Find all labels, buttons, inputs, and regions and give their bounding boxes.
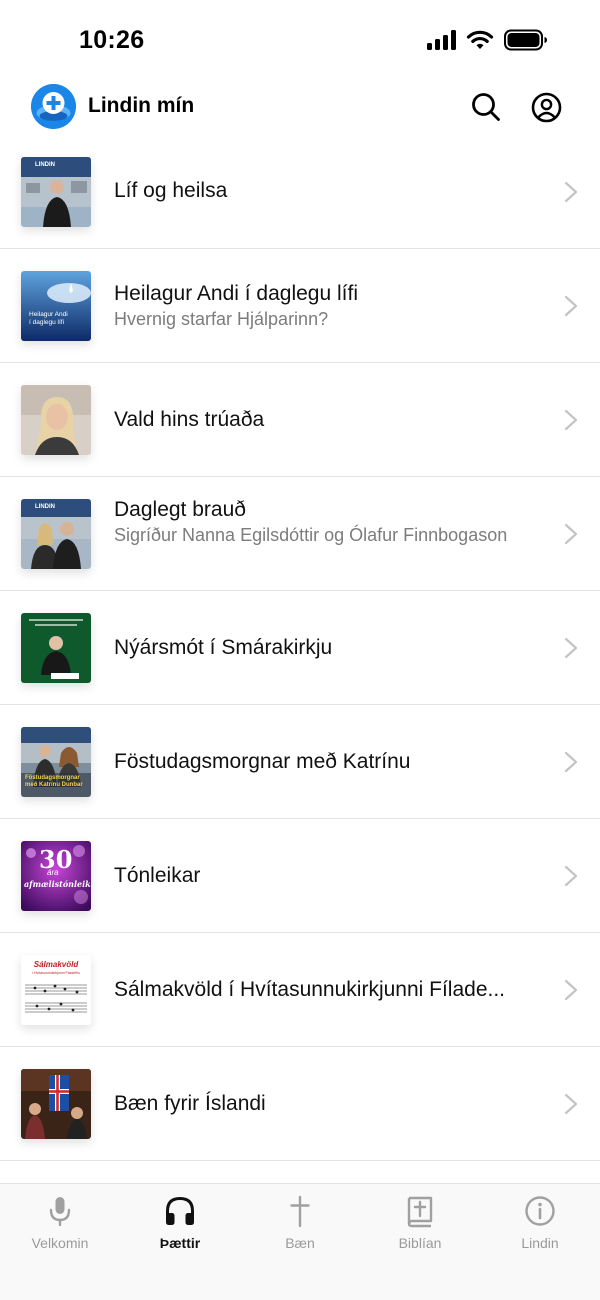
tab-bar: Velkomin Þættir Bæn Biblían Lindin bbox=[0, 1183, 600, 1300]
thumbnail-vald-hins-truada bbox=[21, 385, 91, 455]
thumbnail-heilagur-andi: Heilagur Andi í daglegu lífi bbox=[21, 271, 91, 341]
tab-label: Velkomin bbox=[31, 1235, 89, 1251]
list-item-subtitle: Hvernig starfar Hjálparinn? bbox=[114, 309, 329, 329]
thumbnail-tonleikar: 30 ára afmælistónleikar bbox=[21, 841, 91, 911]
thumbnail-caption-sub: í Hvítasunnukirkjunni Fíladelfíu bbox=[32, 971, 80, 975]
info-icon bbox=[525, 1196, 555, 1226]
list-item-text: Heilagur Andi í daglegu lífi Hvernig sta… bbox=[114, 281, 534, 331]
chevron-right-icon bbox=[564, 409, 578, 431]
list-item-text: Bæn fyrir Íslandi bbox=[114, 1091, 534, 1117]
wifi-icon bbox=[466, 30, 494, 49]
app-logo bbox=[31, 84, 76, 129]
list-item-title: Föstudagsmorgnar með Katrínu bbox=[114, 750, 411, 773]
account-icon bbox=[531, 92, 561, 122]
list-item[interactable]: Heilagur Andi í daglegu lífi Heilagur An… bbox=[0, 249, 600, 363]
status-bar: 10:26 bbox=[0, 0, 600, 80]
list-item-title: Sálmakvöld í Hvítasunnukirkjunni Fílade.… bbox=[114, 978, 506, 1001]
tab-lindin[interactable]: Lindin bbox=[480, 1194, 600, 1251]
bible-icon bbox=[407, 1196, 433, 1228]
search-icon bbox=[472, 93, 500, 121]
list-item-text: Sálmakvöld í Hvítasunnukirkjunni Fílade.… bbox=[114, 977, 534, 1003]
thumbnail-salmakvold: Sálmakvöld í Hvítasunnukirkjunni Fíladel… bbox=[21, 955, 91, 1025]
thumbnail-nyarsmot bbox=[21, 613, 91, 683]
list-item-title: Vald hins trúaða bbox=[114, 408, 265, 431]
chevron-right-icon bbox=[564, 865, 578, 887]
chevron-right-icon bbox=[564, 1093, 578, 1115]
thumbnail-caption-line1: ára bbox=[47, 868, 59, 877]
tab-label: Þættir bbox=[159, 1235, 201, 1251]
list-item-text: Nýársmót í Smárakirkju bbox=[114, 635, 534, 661]
tab-baen[interactable]: Bæn bbox=[240, 1194, 360, 1251]
list-item[interactable]: Nýársmót í Smárakirkju bbox=[0, 591, 600, 705]
list-item-title: Nýársmót í Smárakirkju bbox=[114, 636, 333, 659]
list-item-title: Líf og heilsa bbox=[114, 179, 228, 202]
list-item-title: Tónleikar bbox=[114, 864, 201, 887]
tab-velkomin[interactable]: Velkomin bbox=[0, 1194, 120, 1251]
tab-label: Bæn bbox=[285, 1235, 315, 1251]
list-item-text: Vald hins trúaða bbox=[114, 407, 534, 433]
chevron-right-icon bbox=[564, 295, 578, 317]
status-time: 10:26 bbox=[79, 26, 145, 54]
list-item-title: Bæn fyrir Íslandi bbox=[114, 1092, 266, 1115]
cellular-signal-icon bbox=[427, 30, 456, 50]
tab-thaettir[interactable]: Þættir bbox=[120, 1194, 240, 1251]
list-item[interactable]: LINDIN Daglegt brauð Sigríður Nanna Egil… bbox=[0, 477, 600, 591]
thumbnail-caption-line1: Föstudagsmorgnar bbox=[25, 775, 80, 781]
thumbnail-caption-line2: afmælistónleikar bbox=[24, 879, 91, 889]
list-item-text: Líf og heilsa bbox=[114, 178, 534, 204]
chevron-right-icon bbox=[564, 751, 578, 773]
thumbnail-caption-line2: með Katrínu Dunbar bbox=[25, 782, 83, 788]
app-header: Lindin mín bbox=[0, 80, 600, 150]
tab-label: Lindin bbox=[521, 1235, 559, 1251]
list-item-subtitle: Sigríður Nanna Egilsdóttir og Ólafur Fin… bbox=[114, 525, 508, 545]
tab-biblian[interactable]: Biblían bbox=[360, 1194, 480, 1251]
battery-icon bbox=[504, 29, 547, 51]
list-item-title: Daglegt brauð bbox=[114, 498, 246, 521]
thumbnail-caption-title: Sálmakvöld bbox=[33, 960, 79, 969]
search-button[interactable] bbox=[469, 90, 503, 124]
list-item[interactable]: Bæn fyrir Íslandi bbox=[0, 1047, 600, 1161]
tab-label: Biblían bbox=[398, 1235, 442, 1251]
list-item[interactable]: 30 ára afmælistónleikar Tónleikar bbox=[0, 819, 600, 933]
list-item-text: Daglegt brauð Sigríður Nanna Egilsdóttir… bbox=[114, 497, 534, 547]
account-button[interactable] bbox=[529, 90, 563, 124]
headphones-icon bbox=[166, 1196, 194, 1225]
list-item-text: Föstudagsmorgnar með Katrínu bbox=[114, 749, 534, 775]
chevron-right-icon bbox=[564, 979, 578, 1001]
thumbnail-brand-text: LINDIN bbox=[35, 504, 55, 510]
list-item-title: Heilagur Andi í daglegu lífi bbox=[114, 282, 358, 305]
app-title: Lindin mín bbox=[88, 94, 195, 117]
thumbnail-lif-og-heilsa: LINDIN bbox=[21, 157, 91, 227]
chevron-right-icon bbox=[564, 181, 578, 203]
thumbnail-fostudagsmorgnar: Föstudagsmorgnar með Katrínu Dunbar bbox=[21, 727, 91, 797]
thumbnail-daglegt-braud: LINDIN bbox=[21, 499, 91, 569]
thumbnail-caption-line2: í daglegu lífi bbox=[29, 319, 65, 326]
thumbnail-baen-fyrir-islandi bbox=[21, 1069, 91, 1139]
list-item[interactable]: LINDIN Líf og heilsa bbox=[0, 150, 600, 249]
chevron-right-icon bbox=[564, 523, 578, 545]
list-item-text: Tónleikar bbox=[114, 863, 534, 889]
status-icons bbox=[427, 29, 548, 51]
list-item[interactable]: Föstudagsmorgnar með Katrínu Dunbar Föst… bbox=[0, 705, 600, 819]
thumbnail-brand-text: LINDIN bbox=[35, 162, 55, 168]
cross-icon bbox=[290, 1195, 310, 1228]
list-item[interactable]: Sálmakvöld í Hvítasunnukirkjunni Fíladel… bbox=[0, 933, 600, 1047]
microphone-icon bbox=[49, 1197, 71, 1227]
thumbnail-caption-line1: Heilagur Andi bbox=[29, 311, 68, 318]
list-item[interactable]: Vald hins trúaða bbox=[0, 363, 600, 477]
shows-list: LINDIN Líf og heilsa Heilagur Andi í dag… bbox=[0, 150, 600, 1182]
chevron-right-icon bbox=[564, 637, 578, 659]
